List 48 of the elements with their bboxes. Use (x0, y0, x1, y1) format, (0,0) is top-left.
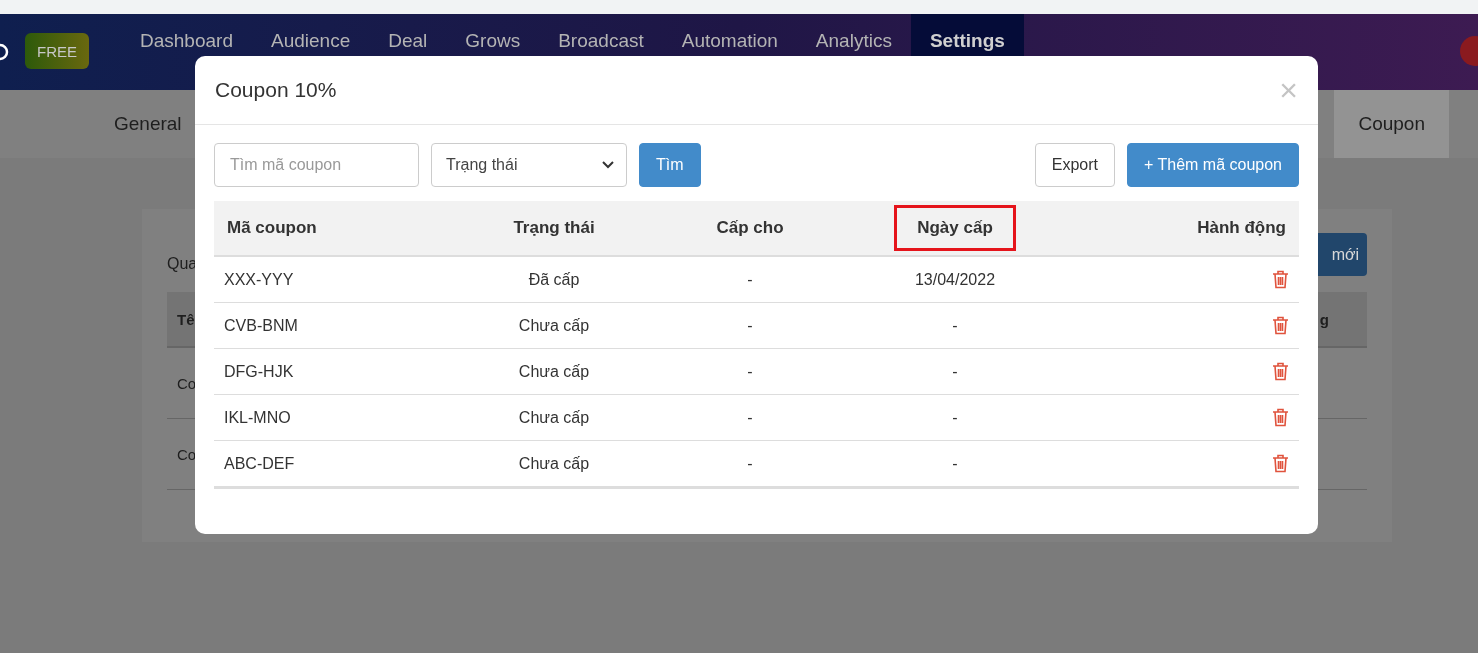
table-cell-text: Chưa cấp (517, 362, 591, 381)
table-cell-text: - (951, 362, 959, 381)
column-header: Trạng thái (512, 217, 596, 239)
status-select[interactable]: Trạng thái (431, 143, 627, 187)
table-cell-text: Chưa cấp (517, 454, 591, 473)
delete-button[interactable] (1272, 270, 1289, 289)
delete-button[interactable] (1272, 454, 1289, 473)
subnav-tab[interactable]: Coupon (1334, 90, 1449, 158)
table-cell-text: - (746, 454, 754, 473)
table-cell: Co (177, 445, 197, 463)
table-cell-text: XXX-YYY (223, 270, 295, 289)
column-header: Mã coupon (226, 217, 318, 239)
table-cell-text: 13/04/2022 (913, 270, 997, 289)
trash-icon (1272, 408, 1289, 427)
export-button[interactable]: Export (1034, 143, 1115, 187)
table-cell: Co (177, 374, 197, 392)
table-cell-text: - (746, 362, 754, 381)
table-cell-text: Chưa cấp (517, 316, 591, 335)
column-header: g (1319, 310, 1329, 328)
table-cell-text: IKL-MNO (223, 408, 292, 427)
delete-button[interactable] (1272, 316, 1289, 335)
plan-badge: FREE (25, 33, 89, 69)
table-cell-text: - (746, 408, 754, 427)
table-cell-text: - (746, 270, 754, 289)
column-header: Hành động (1196, 217, 1287, 239)
delete-button[interactable] (1272, 408, 1289, 427)
chevron-down-icon (602, 161, 614, 169)
table-cell-text: - (951, 316, 959, 335)
table-cell-text: CVB-BNM (223, 316, 299, 335)
table-cell-text: - (951, 454, 959, 473)
column-header: Ngày cấp (894, 205, 1016, 251)
dialog-title: Coupon 10% (215, 78, 337, 102)
table-cell-text: - (951, 408, 959, 427)
trash-icon (1272, 362, 1289, 381)
table-cell-text: - (746, 316, 754, 335)
trash-icon (1272, 316, 1289, 335)
trash-icon (1272, 454, 1289, 473)
table-cell-text: Đã cấp (527, 270, 581, 289)
table-cell-text: Chưa cấp (517, 408, 591, 427)
column-header: Tê (177, 310, 195, 328)
table-cell-text: ABC-DEF (223, 454, 296, 473)
add-coupon-button[interactable]: + Thêm mã coupon (1127, 143, 1299, 187)
delete-button[interactable] (1272, 362, 1289, 381)
table-cell-text: DFG-HJK (223, 362, 295, 381)
column-header: Cấp cho (715, 217, 785, 239)
search-button[interactable]: Tìm (639, 143, 701, 187)
trash-icon (1272, 270, 1289, 289)
search-field[interactable]: Tìm mã coupon (214, 143, 419, 187)
